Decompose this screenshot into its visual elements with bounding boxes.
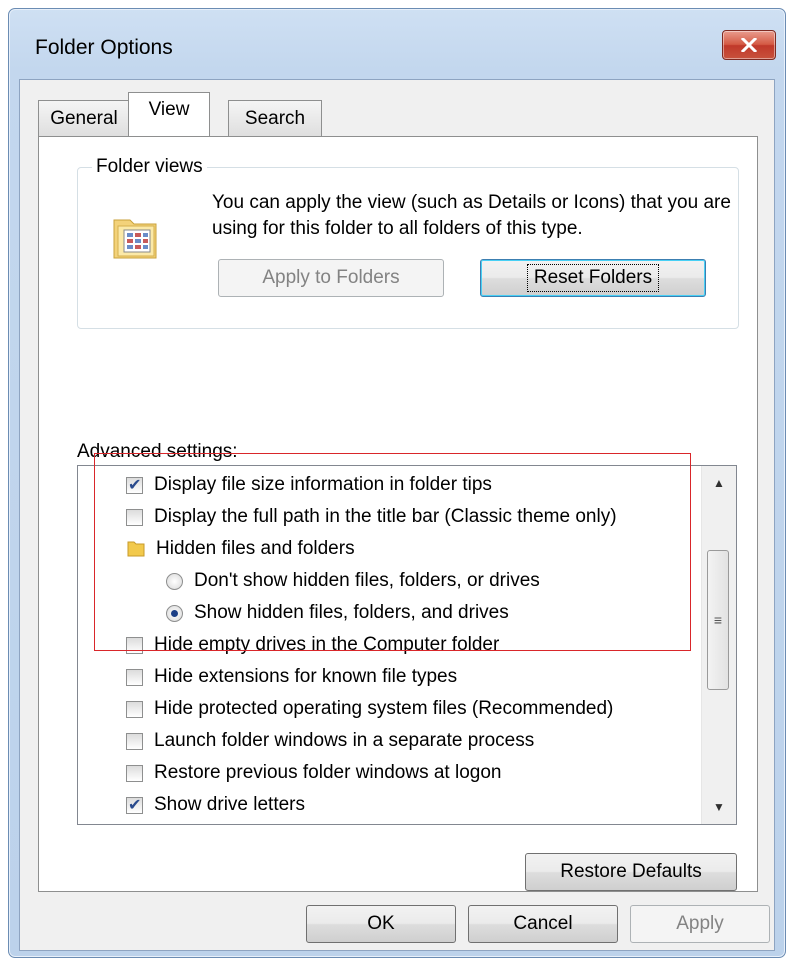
cancel-button[interactable]: Cancel: [468, 905, 618, 943]
tab-search[interactable]: Search: [228, 100, 322, 137]
checkbox-unchecked[interactable]: [126, 700, 143, 718]
folder-views-icon: [113, 219, 157, 259]
reset-folders-label: Reset Folders: [526, 264, 660, 292]
tab-view-label: View: [148, 99, 190, 120]
checkbox-option[interactable]: Restore previous folder windows at logon: [126, 758, 501, 788]
list-item-label: Display the full path in the title bar (…: [154, 506, 617, 527]
list-item-label: Show drive letters: [154, 794, 306, 815]
checkbox-checked[interactable]: ✔: [126, 796, 143, 814]
check-mark-icon: ✔: [128, 796, 142, 814]
list-group-header: Hidden files and folders: [126, 534, 355, 564]
folder-views-group: Folder views You can apply the view (suc…: [77, 156, 739, 329]
view-tab-panel: Folder views You can apply the view (suc…: [38, 136, 758, 892]
radio-selected[interactable]: [166, 604, 183, 622]
tab-general[interactable]: General: [38, 100, 130, 137]
checkbox-checked[interactable]: ✔: [126, 476, 143, 494]
reset-folders-button[interactable]: Reset Folders: [480, 259, 706, 297]
folder-views-legend: Folder views: [92, 156, 207, 178]
tab-search-label: Search: [244, 108, 306, 129]
checkbox-option[interactable]: ✔ Show drive letters: [126, 790, 305, 820]
list-item-label: Hide extensions for known file types: [154, 666, 458, 687]
check-mark-icon: ✔: [128, 476, 142, 494]
apply-label: Apply: [676, 913, 724, 934]
dialog-client-area: General View Search Folder views You can…: [19, 79, 775, 951]
list-item-label: Hide protected operating system files (R…: [154, 698, 614, 719]
list-item-label: Hide empty drives in the Computer folder: [154, 634, 500, 655]
checkbox-unchecked[interactable]: [126, 508, 143, 526]
radio-unselected[interactable]: [166, 572, 183, 590]
ok-label: OK: [367, 913, 395, 934]
close-icon: [741, 38, 757, 52]
folder-icon: [127, 541, 145, 557]
folder-options-dialog: Folder Options General View Search Folde…: [8, 8, 786, 958]
list-item-label: Show hidden files, folders, and drives: [194, 602, 509, 623]
checkbox-unchecked[interactable]: [126, 636, 143, 654]
scroll-down-arrow-icon[interactable]: ▼: [702, 790, 736, 824]
list-item-label: Restore previous folder windows at logon: [154, 762, 502, 783]
checkbox-unchecked[interactable]: [126, 668, 143, 686]
scroll-up-arrow-icon[interactable]: ▲: [702, 466, 736, 500]
advanced-settings-list[interactable]: ▲ ≡ ▼ ✔ Display file size information in …: [77, 465, 737, 825]
apply-button[interactable]: Apply: [630, 905, 770, 943]
cancel-label: Cancel: [513, 913, 573, 934]
checkbox-option[interactable]: ✔Show encrypted or compressed NTFS files…: [126, 822, 582, 824]
checkbox-option[interactable]: ✔ Display file size information in folder…: [126, 470, 492, 500]
close-button[interactable]: [722, 30, 776, 60]
checkbox-option[interactable]: Hide protected operating system files (R…: [126, 694, 613, 724]
list-item-label: Launch folder windows in a separate proc…: [154, 730, 535, 751]
radio-dot-icon: [171, 609, 178, 617]
ok-button[interactable]: OK: [306, 905, 456, 943]
title-bar[interactable]: Folder Options: [9, 9, 785, 79]
checkbox-option[interactable]: Hide empty drives in the Computer folder: [126, 630, 499, 660]
list-item-label: Display file size information in folder …: [154, 474, 492, 495]
apply-to-folders-label: Apply to Folders: [262, 267, 400, 288]
list-item-label: Don't show hidden files, folders, or dri…: [194, 570, 540, 591]
tab-view[interactable]: View: [128, 92, 210, 136]
checkbox-option[interactable]: Launch folder windows in a separate proc…: [126, 726, 534, 756]
advanced-settings-label: Advanced settings:: [77, 441, 238, 462]
checkbox-unchecked[interactable]: [126, 732, 143, 750]
checkbox-option[interactable]: Display the full path in the title bar (…: [126, 502, 617, 532]
window-title: Folder Options: [35, 36, 173, 59]
tab-general-label: General: [50, 108, 118, 129]
scroll-grip-icon: ≡: [713, 612, 723, 628]
restore-defaults-button[interactable]: Restore Defaults: [525, 853, 737, 891]
folder-views-description: You can apply the view (such as Details …: [212, 192, 731, 239]
scroll-thumb[interactable]: ≡: [707, 550, 729, 690]
checkbox-option[interactable]: Hide extensions for known file types: [126, 662, 457, 692]
radio-option[interactable]: Show hidden files, folders, and drives: [166, 598, 509, 628]
vertical-scrollbar[interactable]: ▲ ≡ ▼: [701, 466, 736, 824]
radio-option[interactable]: Don't show hidden files, folders, or dri…: [166, 566, 540, 596]
checkbox-unchecked[interactable]: [126, 764, 143, 782]
restore-defaults-label: Restore Defaults: [560, 861, 702, 882]
apply-to-folders-button[interactable]: Apply to Folders: [218, 259, 444, 297]
list-item-label: Hidden files and folders: [156, 538, 355, 559]
